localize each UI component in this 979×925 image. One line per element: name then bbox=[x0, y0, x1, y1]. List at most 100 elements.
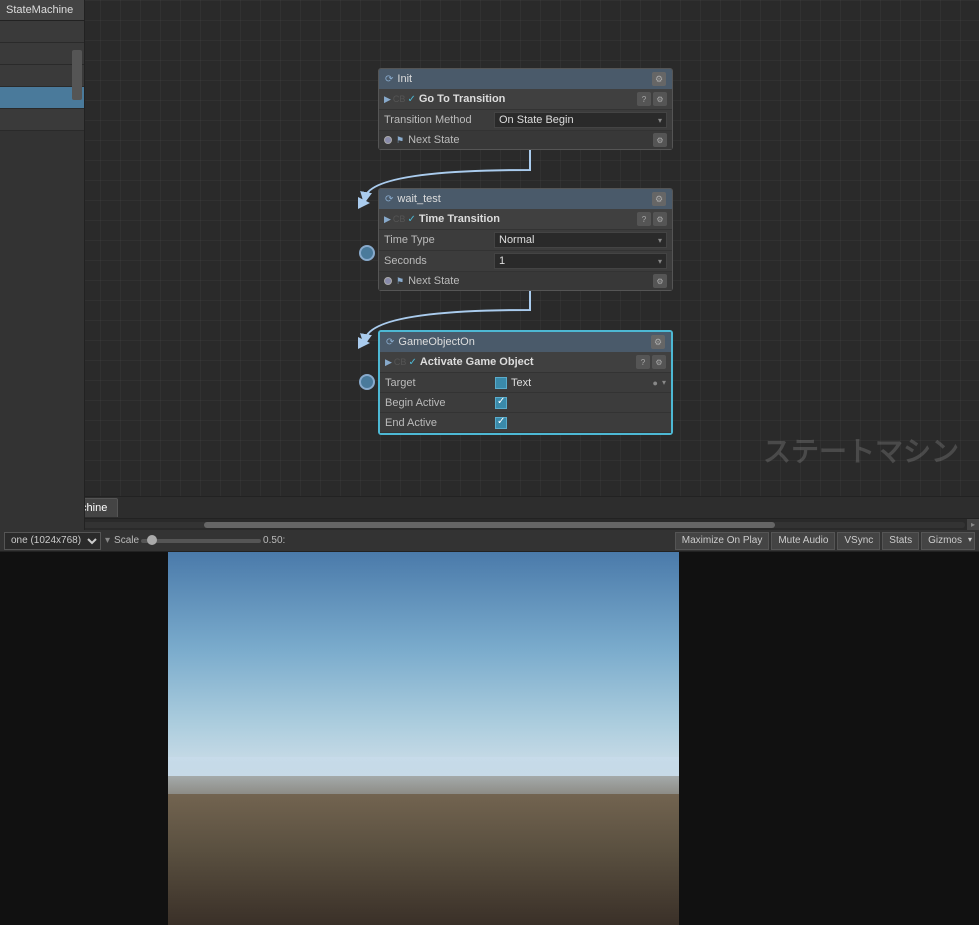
wait-test-action-icons: ▶ CB ✓ bbox=[384, 214, 416, 225]
scale-value: 0.50: bbox=[263, 535, 285, 546]
init-dropdown-arrow: ▾ bbox=[658, 116, 662, 125]
init-action-title: Go To Transition bbox=[419, 93, 506, 105]
game-object-on-begin-active-label: Begin Active bbox=[385, 397, 495, 409]
game-object-on-begin-active-row: Begin Active bbox=[380, 393, 671, 413]
wait-test-action-icons-right: ? ⚙ bbox=[637, 212, 667, 226]
target-icon bbox=[495, 377, 507, 389]
resolution-dropdown-arrow: ▾ bbox=[105, 535, 110, 546]
wait-test-gear-btn[interactable]: ⚙ bbox=[652, 192, 666, 206]
game-viewport-inner bbox=[168, 552, 679, 925]
game-object-on-end-active-label: End Active bbox=[385, 417, 495, 429]
scale-slider[interactable] bbox=[141, 539, 261, 543]
game-object-on-action-gear-btn[interactable]: ⚙ bbox=[652, 355, 666, 369]
init-sync-icon: ⟳ bbox=[385, 74, 393, 85]
wait-test-seconds-field[interactable]: 1 ▾ bbox=[494, 253, 667, 269]
wait-test-help-btn[interactable]: ? bbox=[637, 212, 651, 226]
game-object-on-end-active-row: End Active bbox=[380, 413, 671, 433]
sidebar-scrollbar[interactable] bbox=[72, 50, 82, 100]
game-ground bbox=[168, 776, 679, 925]
h-scrollbar-track[interactable] bbox=[14, 522, 965, 528]
game-object-on-target-field: Text ● ▾ bbox=[495, 377, 666, 389]
wait-test-next-state-label: Next State bbox=[408, 275, 649, 287]
h-scrollbar[interactable]: ◂ ▸ bbox=[0, 518, 979, 530]
init-field-label: Transition Method bbox=[384, 114, 494, 126]
init-gear-btn[interactable]: ⚙ bbox=[652, 72, 666, 86]
wait-test-seconds-value: 1 bbox=[499, 255, 505, 267]
wait-test-check-icon: ✓ bbox=[407, 214, 415, 225]
game-object-on-target-row: Target Text ● ▾ bbox=[380, 373, 671, 393]
init-title: Init bbox=[397, 73, 412, 85]
mute-audio-btn[interactable]: Mute Audio bbox=[771, 532, 835, 550]
game-object-on-title: GameObjectOn bbox=[398, 336, 474, 348]
init-tri-icon: ▶ bbox=[384, 94, 391, 105]
wait-test-time-type-dropdown[interactable]: Normal ▾ bbox=[494, 232, 667, 248]
game-object-on-tri-icon: ▶ bbox=[385, 357, 392, 368]
game-object-on-node: ⟳ GameObjectOn ⚙ ▶ CB ✓ Activate Game Ob… bbox=[378, 330, 673, 435]
init-next-state-label: Next State bbox=[408, 134, 649, 146]
game-object-on-header: ⟳ GameObjectOn ⚙ bbox=[380, 332, 671, 352]
game-toolbar-left: one (1024x768) ▾ Scale 0.50: bbox=[4, 532, 285, 550]
wait-test-node-header: ⟳ wait_test ⚙ bbox=[379, 189, 672, 209]
game-object-on-target-value: Text bbox=[511, 377, 531, 389]
wait-test-node: ⟳ wait_test ⚙ ▶ CB ✓ Time Transition ? ⚙… bbox=[378, 188, 673, 291]
wait-test-action-title: Time Transition bbox=[419, 213, 500, 225]
watermark: ステートマシン bbox=[763, 430, 959, 470]
wait-test-next-state-dot bbox=[384, 277, 392, 285]
wait-test-tri-icon: ▶ bbox=[384, 214, 391, 225]
wait-test-dropdown-arrow: ▾ bbox=[658, 236, 662, 245]
init-action-row: ▶ CB ✓ Go To Transition ? ⚙ bbox=[379, 89, 672, 110]
init-action-gear-btn[interactable]: ⚙ bbox=[653, 92, 667, 106]
init-action-icons-right: ? ⚙ bbox=[637, 92, 667, 106]
wait-test-flag-icon: ⚑ bbox=[396, 276, 404, 287]
init-next-state-gear[interactable]: ⚙ bbox=[653, 133, 667, 147]
game-object-on-action-title: Activate Game Object bbox=[420, 356, 534, 368]
viewport-right-bar bbox=[671, 552, 979, 925]
game-object-on-begin-active-checkbox[interactable] bbox=[495, 397, 507, 409]
init-field-value: On State Begin bbox=[499, 114, 574, 126]
gizmos-btn[interactable]: Gizmos bbox=[921, 532, 975, 550]
game-object-on-sync-icon: ⟳ bbox=[386, 337, 394, 348]
h-scrollbar-right-btn[interactable]: ▸ bbox=[967, 519, 979, 531]
sidebar: StateMachine bbox=[0, 0, 85, 530]
state-machine-editor: StateMachine ⟳ Init bbox=[0, 0, 979, 530]
init-check-icon: ✓ bbox=[407, 94, 415, 105]
init-header-left: ⟳ Init bbox=[385, 73, 412, 85]
stats-btn[interactable]: Stats bbox=[882, 532, 919, 550]
init-next-state-row: ⚑ Next State ⚙ bbox=[379, 131, 672, 149]
wait-test-next-state-gear[interactable]: ⚙ bbox=[653, 274, 667, 288]
game-object-on-end-active-checkbox[interactable] bbox=[495, 417, 507, 429]
game-view: one (1024x768) ▾ Scale 0.50: Maximize On… bbox=[0, 530, 979, 925]
wait-test-action-gear-btn[interactable]: ⚙ bbox=[653, 212, 667, 226]
tab-bar: New StateMachine bbox=[0, 496, 979, 518]
resolution-select[interactable]: one (1024x768) bbox=[4, 532, 101, 550]
toolbar-right: Maximize On Play Mute Audio VSync Stats … bbox=[675, 532, 975, 550]
wait-test-seconds-arrow: ▾ bbox=[658, 257, 662, 266]
sidebar-title: StateMachine bbox=[0, 0, 84, 21]
game-toolbar: one (1024x768) ▾ Scale 0.50: Maximize On… bbox=[0, 530, 979, 552]
wait-test-title: wait_test bbox=[397, 193, 440, 205]
game-object-on-action-icons-right: ? ⚙ bbox=[636, 355, 666, 369]
game-object-on-check-icon: ✓ bbox=[408, 357, 416, 368]
game-horizon-haze bbox=[168, 757, 679, 794]
vsync-btn[interactable]: VSync bbox=[837, 532, 880, 550]
init-action-icons: ▶ CB ✓ bbox=[384, 94, 416, 105]
viewport-left-bar bbox=[0, 552, 168, 925]
init-node: ⟳ Init ⚙ ▶ CB ✓ Go To Transition ? ⚙ Tra… bbox=[378, 68, 673, 150]
wait-test-time-type-label: Time Type bbox=[384, 234, 494, 246]
game-object-on-help-btn[interactable]: ? bbox=[636, 355, 650, 369]
sidebar-item-1 bbox=[0, 21, 84, 43]
maximize-on-play-btn[interactable]: Maximize On Play bbox=[675, 532, 770, 550]
init-help-btn[interactable]: ? bbox=[637, 92, 651, 106]
wait-test-next-state-row: ⚑ Next State ⚙ bbox=[379, 272, 672, 290]
game-object-on-target-arrow: ▾ bbox=[662, 378, 666, 387]
h-scrollbar-thumb[interactable] bbox=[204, 522, 775, 528]
game-object-on-target-dot[interactable]: ● bbox=[653, 378, 658, 388]
game-object-on-cb-icon: CB bbox=[394, 357, 407, 367]
init-field-dropdown[interactable]: On State Begin ▾ bbox=[494, 112, 667, 128]
game-object-on-gear-btn[interactable]: ⚙ bbox=[651, 335, 665, 349]
init-node-header: ⟳ Init ⚙ bbox=[379, 69, 672, 89]
game-object-on-action-row: ▶ CB ✓ Activate Game Object ? ⚙ bbox=[380, 352, 671, 373]
scale-slider-thumb bbox=[147, 535, 157, 545]
wait-test-time-type-row: Time Type Normal ▾ bbox=[379, 230, 672, 251]
wait-test-seconds-row: Seconds 1 ▾ bbox=[379, 251, 672, 272]
